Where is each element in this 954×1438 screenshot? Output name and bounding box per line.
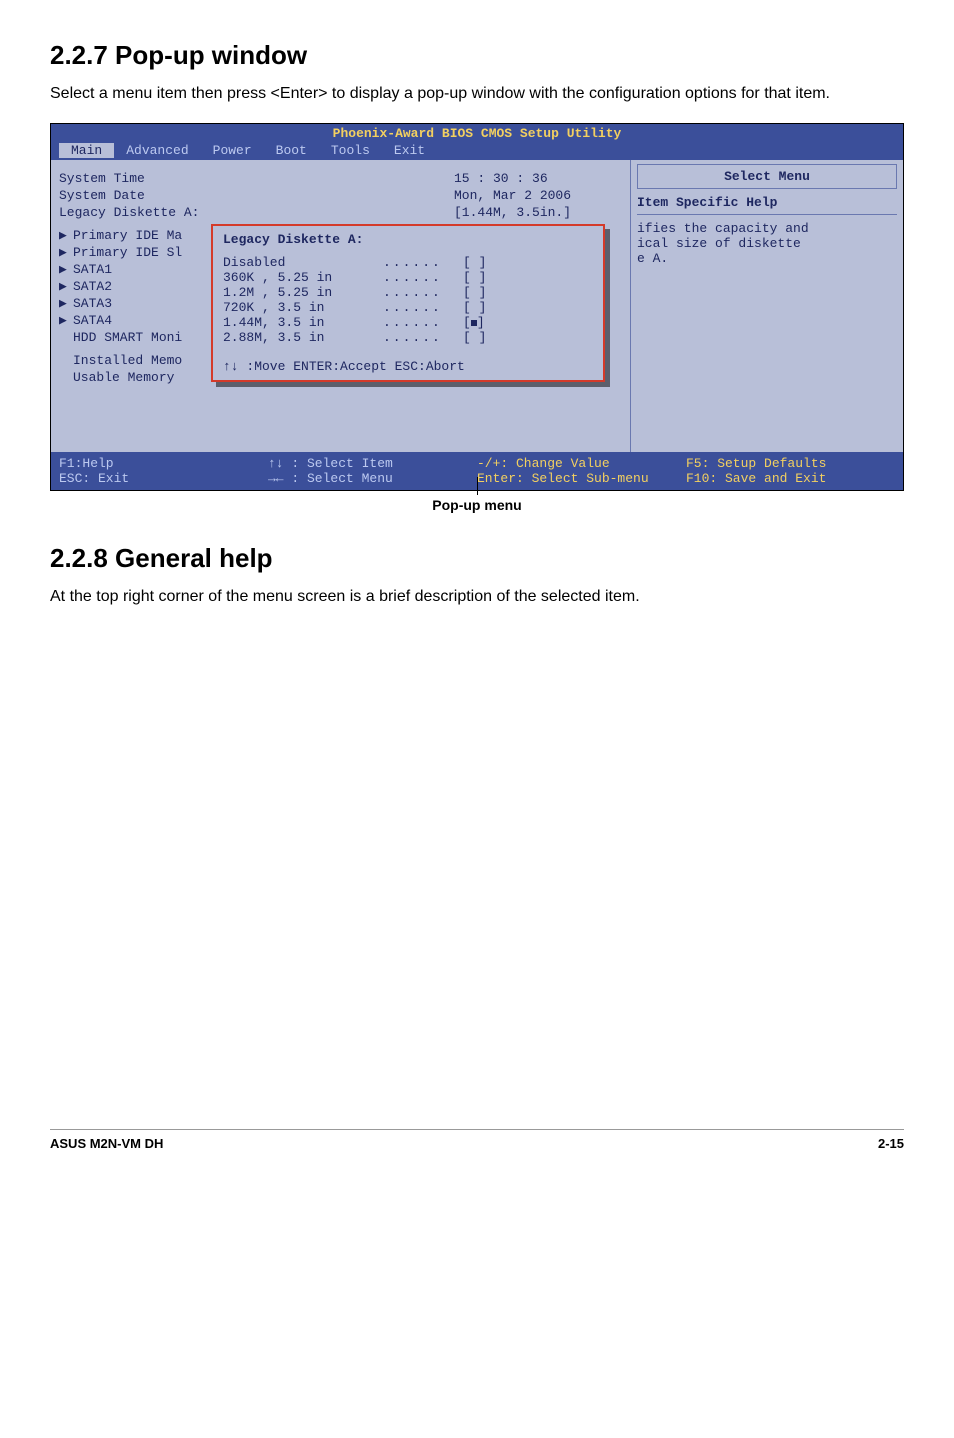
submenu-marker-icon: ▶ [59, 228, 73, 243]
bios-window: Phoenix-Award BIOS CMOS Setup Utility Ma… [50, 123, 904, 491]
popup-option-1-2m[interactable]: 1.2M , 5.25 in......[ ] [223, 285, 593, 300]
submenu-marker-icon: ▶ [59, 313, 73, 328]
popup-option-disabled[interactable]: Disabled......[ ] [223, 255, 593, 270]
system-time-label: System Time [59, 171, 454, 186]
submenu-marker-icon: ▶ [59, 296, 73, 311]
page-footer-left: ASUS M2N-VM DH [50, 1136, 163, 1151]
submenu-marker-icon: ▶ [59, 262, 73, 277]
submenu-hdd-smart[interactable]: HDD SMART Moni [73, 330, 182, 345]
submenu-primary-ide-ma[interactable]: Primary IDE Ma [73, 228, 182, 243]
bios-title: Phoenix-Award BIOS CMOS Setup Utility [51, 124, 903, 143]
submenu-sata2[interactable]: SATA2 [73, 279, 112, 294]
tab-advanced[interactable]: Advanced [114, 143, 200, 158]
selected-marker-icon [471, 320, 477, 326]
help-text-line1: ifies the capacity and [637, 221, 897, 236]
footer-f1: F1:Help [59, 456, 268, 471]
item-specific-help-header: Item Specific Help [637, 191, 897, 215]
installed-memory-label: Installed Memo [73, 353, 182, 368]
footer-select-menu: →← : Select Menu [268, 471, 477, 486]
submenu-sata4[interactable]: SATA4 [73, 313, 112, 328]
bios-main-area: System Time 15 : 30 : 36 System Date Mon… [51, 160, 903, 452]
section-228-body: At the top right corner of the menu scre… [50, 586, 904, 608]
popup-option-2-88m[interactable]: 2.88M, 3.5 in......[ ] [223, 330, 593, 345]
submenu-sata3[interactable]: SATA3 [73, 296, 112, 311]
popup-option-1-44m[interactable]: 1.44M, 3.5 in......[] [223, 315, 593, 330]
select-menu-label: Select Menu [637, 164, 897, 189]
popup-option-720k[interactable]: 720K , 3.5 in......[ ] [223, 300, 593, 315]
usable-memory-label: Usable Memory [73, 370, 174, 385]
legacy-diskette-label: Legacy Diskette A: [59, 205, 454, 220]
bios-menu-bar: Main Advanced Power Boot Tools Exit [51, 143, 903, 160]
submenu-sata1[interactable]: SATA1 [73, 262, 112, 277]
system-date-label: System Date [59, 188, 454, 203]
system-date-value[interactable]: Mon, Mar 2 2006 [454, 188, 624, 203]
section-228-heading: 2.2.8 General help [50, 543, 904, 574]
popup-caption: Pop-up menu [50, 497, 904, 513]
popup-window: Legacy Diskette A: Disabled......[ ] 360… [211, 224, 605, 382]
help-text-line2: ical size of diskette [637, 236, 897, 251]
popup-nav-hint: ↑↓ :Move ENTER:Accept ESC:Abort [223, 345, 593, 374]
popup-option-360k[interactable]: 360K , 5.25 in......[ ] [223, 270, 593, 285]
submenu-marker-icon: ▶ [59, 279, 73, 294]
system-time-value[interactable]: 15 : 30 : 36 [454, 171, 624, 186]
submenu-primary-ide-sl[interactable]: Primary IDE Sl [73, 245, 182, 260]
submenu-marker-icon [59, 330, 73, 345]
popup-title: Legacy Diskette A: [223, 232, 593, 251]
footer-setup-defaults: F5: Setup Defaults [686, 456, 895, 471]
section-227-body: Select a menu item then press <Enter> to… [50, 83, 904, 105]
section-227-heading: 2.2.7 Pop-up window [50, 40, 904, 71]
page-footer-right: 2-15 [878, 1136, 904, 1151]
caption-pointer-line [477, 477, 478, 495]
tab-boot[interactable]: Boot [264, 143, 319, 158]
footer-esc: ESC: Exit [59, 471, 268, 486]
help-text-line3: e A. [637, 251, 897, 266]
legacy-diskette-value[interactable]: [1.44M, 3.5in.] [454, 205, 624, 220]
tab-power[interactable]: Power [201, 143, 264, 158]
bios-left-panel: System Time 15 : 30 : 36 System Date Mon… [51, 160, 630, 452]
footer-enter-submenu: Enter: Select Sub-menu [477, 471, 686, 486]
tab-main[interactable]: Main [59, 143, 114, 158]
bios-right-panel: Select Menu Item Specific Help ifies the… [630, 160, 903, 452]
footer-change-value: -/+: Change Value [477, 456, 686, 471]
submenu-marker-icon: ▶ [59, 245, 73, 260]
footer-save-exit: F10: Save and Exit [686, 471, 895, 486]
page-footer: ASUS M2N-VM DH 2-15 [50, 1129, 904, 1151]
footer-select-item: ↑↓ : Select Item [268, 456, 477, 471]
tab-tools[interactable]: Tools [319, 143, 382, 158]
tab-exit[interactable]: Exit [382, 143, 437, 158]
